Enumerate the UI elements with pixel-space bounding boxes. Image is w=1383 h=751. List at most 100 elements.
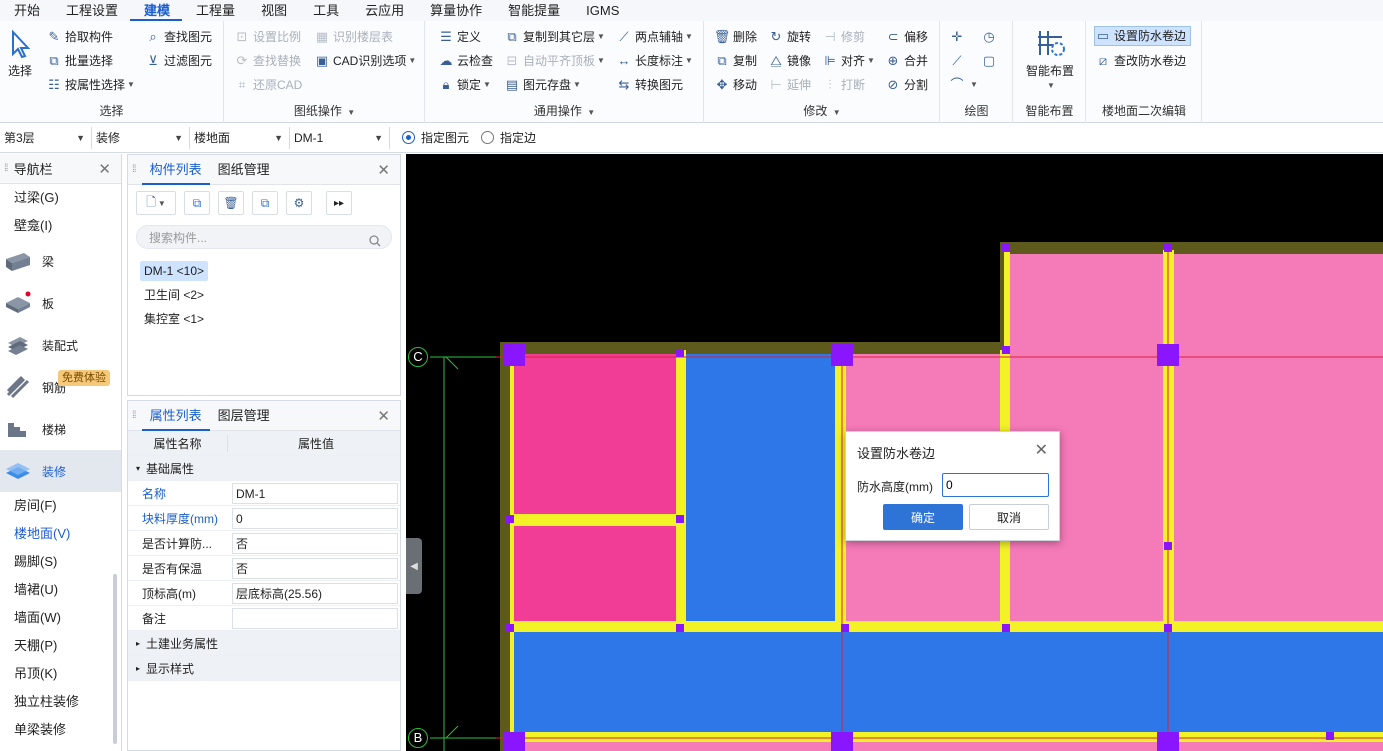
menu-cloud[interactable]: 云应用 — [351, 0, 416, 21]
close-icon[interactable]: ✕ — [377, 407, 390, 425]
tab-drawing-management[interactable]: 图纸管理 — [210, 155, 278, 185]
search-icon[interactable] — [369, 231, 381, 255]
drag-grip-icon[interactable]: ⁞⁞ — [132, 410, 136, 421]
set-scale-button[interactable]: ⊡ 设置比例 — [234, 27, 301, 47]
cad-recognize-options-button[interactable]: ▣ CAD识别选项 ▼ — [314, 51, 416, 71]
nav-item-dado[interactable]: 墙裙(U) — [0, 576, 121, 604]
set-waterproof-edge-button[interactable]: ▭ 设置防水卷边 — [1094, 26, 1192, 46]
collapse-panel-handle[interactable]: ◀ — [406, 538, 422, 594]
rotate-button[interactable]: ↻ 旋转 — [768, 27, 811, 47]
radio-specify-element[interactable]: 指定图元 — [402, 129, 469, 146]
nav-cat-stair[interactable]: 楼梯 — [0, 408, 121, 450]
nav-item-column-finish[interactable]: 独立柱装修 — [0, 688, 121, 716]
menu-project-settings[interactable]: 工程设置 — [52, 0, 130, 21]
nav-cat-slab[interactable]: 板 — [0, 282, 121, 324]
property-group-display[interactable]: ▸ 显示样式 — [128, 656, 400, 681]
lock-button[interactable]: 🔒︎ 锁定 ▼ — [438, 75, 491, 95]
merge-button[interactable]: ⊕ 合并 — [885, 51, 928, 71]
nav-cat-rebar[interactable]: 钢筋 免费体验 — [0, 366, 121, 408]
mirror-button[interactable]: ⧋ 镜像 — [768, 51, 811, 71]
recognize-floor-table-button[interactable]: ▦ 识别楼层表 — [314, 27, 393, 47]
nav-item-wall[interactable]: 墙面(W) — [0, 604, 121, 632]
property-value-insulation[interactable]: 否 — [232, 557, 398, 579]
tab-component-list[interactable]: 构件列表 — [141, 155, 210, 185]
component-item-bathroom[interactable]: 卫生间 <2> — [140, 285, 208, 305]
select-by-property-button[interactable]: ☷ 按属性选择 ▼ — [46, 75, 135, 95]
more-button[interactable]: ▸▸ — [326, 191, 352, 215]
component-select[interactable]: DM-1 ▼ — [290, 126, 390, 149]
property-group-civil[interactable]: ▸ 土建业务属性 — [128, 631, 400, 656]
search-component-box[interactable]: 搜索构件... — [136, 225, 392, 249]
copy-button[interactable]: ⧉ 复制 — [714, 51, 757, 71]
close-icon[interactable]: ✕ — [1035, 440, 1048, 460]
menu-collab[interactable]: 算量协作 — [416, 0, 494, 21]
trim-button[interactable]: ⊣ 修剪 — [822, 27, 865, 47]
find-replace-button[interactable]: ⟳ 查找替换 — [234, 51, 301, 71]
component-item-control-room[interactable]: 集控室 <1> — [140, 309, 208, 329]
component-item-dm1[interactable]: DM-1 <10> — [140, 261, 209, 281]
delete-button[interactable]: 🗑︎ 删除 — [714, 27, 757, 47]
cloud-check-button[interactable]: ☁ 云检查 — [438, 51, 494, 71]
copy-to-other-floor-button[interactable]: ⧉ 复制到其它层 ▼ — [504, 27, 605, 47]
nav-cat-decoration[interactable]: 装修 — [0, 450, 121, 492]
nav-item-niche[interactable]: 壁龛(I) — [0, 212, 121, 240]
nav-item-suspended-ceiling[interactable]: 吊顶(K) — [0, 660, 121, 688]
nav-item-floor[interactable]: 楼地面(V) — [0, 520, 121, 548]
nav-item-ceiling[interactable]: 天棚(P) — [0, 632, 121, 660]
new-component-button[interactable]: 🗋︎ ▼ — [136, 191, 176, 215]
tab-property-list[interactable]: 属性列表 — [141, 401, 210, 431]
free-trial-badge[interactable]: 免费体验 — [58, 370, 110, 386]
property-group-basic[interactable]: ▾ 基础属性 — [128, 456, 400, 481]
cancel-button[interactable]: 取消 — [969, 504, 1049, 530]
nav-item-room[interactable]: 房间(F) — [0, 492, 121, 520]
property-value-top-elevation[interactable]: 层底标高(25.56) — [232, 582, 398, 604]
menu-smart-extract[interactable]: 智能提量 — [494, 0, 572, 21]
pick-component-button[interactable]: ✎ 拾取构件 — [46, 27, 113, 47]
waterproof-height-input[interactable] — [942, 473, 1049, 497]
nav-scrollbar[interactable] — [113, 574, 117, 744]
find-element-button[interactable]: ⌕ 查找图元 — [145, 27, 212, 47]
smart-layout-button[interactable]: 智能布置 ▼ — [1014, 27, 1086, 90]
drag-grip-icon[interactable]: ⁞⁞ — [132, 164, 136, 175]
subtype-select[interactable]: 楼地面 ▼ — [190, 126, 290, 149]
property-value-remark[interactable] — [232, 607, 398, 629]
menu-start[interactable]: 开始 — [0, 0, 52, 21]
drag-grip-icon[interactable]: ⁞⁞ — [4, 163, 8, 174]
split-button[interactable]: ⊘ 分割 — [885, 75, 928, 95]
component-settings-button[interactable]: ⚙︎ — [286, 191, 312, 215]
type-select[interactable]: 装修 ▼ — [92, 126, 190, 149]
confirm-button[interactable]: 确定 — [883, 504, 963, 530]
extend-button[interactable]: ⊢ 延伸 — [768, 75, 811, 95]
delete-component-button[interactable]: 🗑︎ — [218, 191, 244, 215]
two-point-axis-button[interactable]: ⟋ 两点辅轴 ▼ — [616, 27, 693, 47]
draw-point-button[interactable]: ✛ — [949, 27, 968, 47]
nav-cat-prefab[interactable]: 装配式 — [0, 324, 121, 366]
draw-line-button[interactable]: ⟋ — [949, 51, 968, 71]
align-button[interactable]: ⊫ 对齐 ▼ — [822, 51, 875, 71]
auto-align-slab-button[interactable]: ⊟ 自动平齐顶板 ▼ — [504, 51, 605, 71]
search-input[interactable]: 搜索构件... — [149, 231, 207, 245]
copy-component-button[interactable]: ⧉ — [184, 191, 210, 215]
move-button[interactable]: ✥ 移动 — [714, 75, 757, 95]
floor-select[interactable]: 第3层 ▼ — [0, 126, 92, 149]
select-button[interactable]: 选择 — [4, 29, 36, 79]
offset-button[interactable]: ⊂ 偏移 — [885, 27, 928, 47]
close-icon[interactable]: ✕ — [98, 160, 111, 178]
menu-quantity[interactable]: 工程量 — [182, 0, 247, 21]
close-icon[interactable]: ✕ — [377, 161, 390, 179]
draw-rect-button[interactable]: ▢ — [981, 51, 1000, 71]
batch-select-button[interactable]: ⧉ 批量选择 — [46, 51, 113, 71]
nav-item-beam-finish[interactable]: 单梁装修 — [0, 716, 121, 744]
menu-tools[interactable]: 工具 — [299, 0, 351, 21]
property-value-thickness[interactable]: 0 — [232, 507, 398, 529]
menu-view[interactable]: 视图 — [247, 0, 299, 21]
length-dimension-button[interactable]: ↔ 长度标注 ▼ — [616, 51, 693, 71]
draw-rotate-point-button[interactable]: ◷ — [981, 27, 1000, 47]
break-button[interactable]: ⫶ 打断 — [822, 75, 865, 95]
save-element-button[interactable]: ▤ 图元存盘 ▼ — [504, 75, 581, 95]
menu-igms[interactable]: IGMS — [572, 0, 631, 21]
define-button[interactable]: ☰ 定义 — [438, 27, 481, 47]
nav-cat-beam[interactable]: 梁 — [0, 240, 121, 282]
nav-item-skirting[interactable]: 踢脚(S) — [0, 548, 121, 576]
filter-element-button[interactable]: ⊻ 过滤图元 — [145, 51, 212, 71]
